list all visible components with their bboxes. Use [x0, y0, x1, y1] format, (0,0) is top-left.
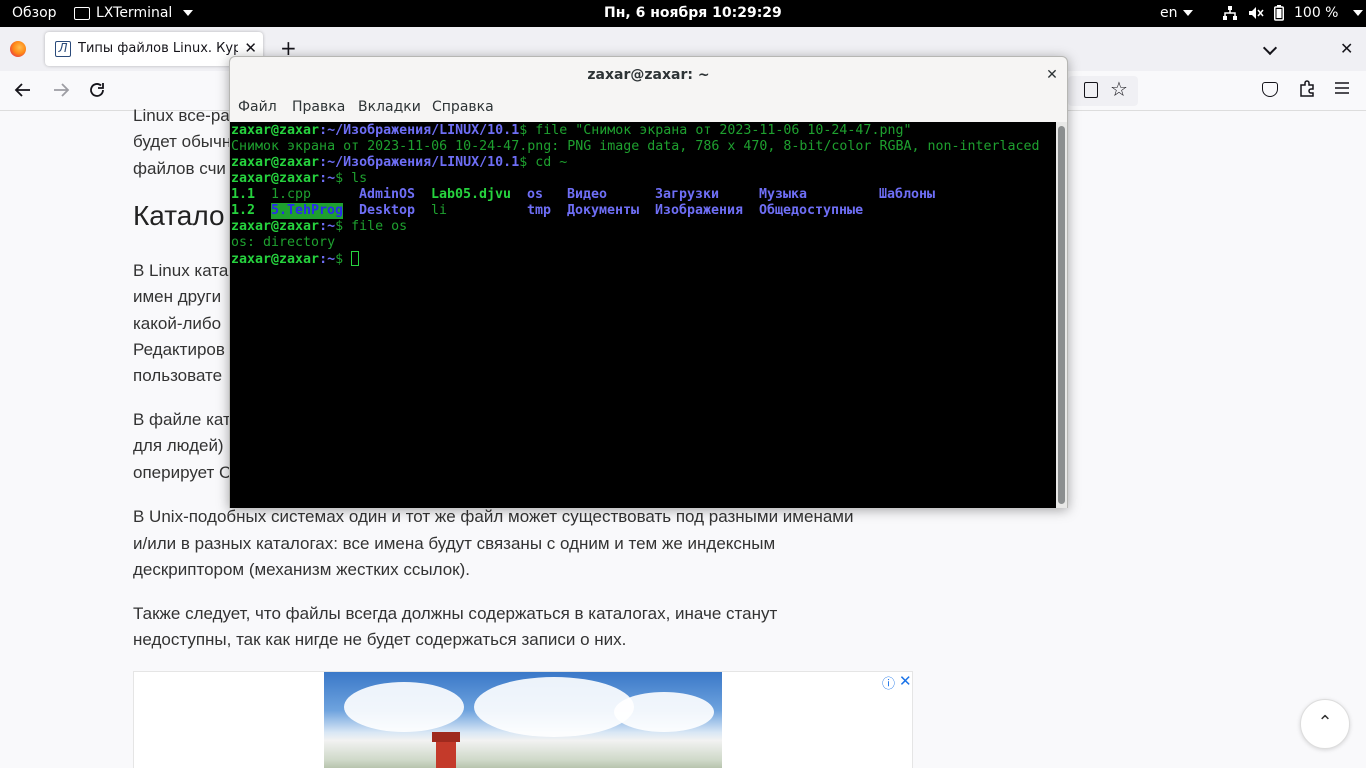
prompt-path: :~: [319, 252, 336, 267]
terminal-line: zaxar@zaxar:~$ file os: [231, 219, 407, 235]
terminal-menubar: Файл Правка Вкладки Справка: [230, 94, 1067, 121]
ls-entry-dir: Документы: [567, 203, 640, 218]
pocket-icon[interactable]: [1262, 82, 1278, 97]
activities-button[interactable]: Обзор: [12, 5, 57, 21]
terminal-line: zaxar@zaxar:~$: [231, 251, 360, 267]
system-status-menu[interactable]: 100 %: [1222, 5, 1364, 21]
reload-icon[interactable]: [88, 81, 106, 104]
scroll-to-top-button[interactable]: ⌃: [1300, 699, 1350, 749]
command-text: $ file os: [335, 219, 408, 234]
firefox-logo-icon: [10, 41, 26, 57]
ad-close-icon[interactable]: ✕: [899, 672, 912, 690]
paragraph-line: дескриптором (механизм жестких ссылок).: [133, 560, 470, 579]
close-window-button[interactable]: ✕: [1340, 39, 1353, 58]
ls-entry-dir: AdminOS: [359, 187, 416, 202]
tab-title: Типы файлов Linux. Курс: [78, 41, 238, 56]
menu-file[interactable]: Файл: [238, 99, 277, 115]
app-menu-button[interactable]: LXTerminal: [74, 5, 194, 21]
command-text: $ file "Снимок экрана от 2023-11-06 10-2…: [519, 123, 912, 138]
ls-entry-highlighted-dir: 5.TehProg: [271, 203, 344, 219]
prompt-user: zaxar@zaxar: [231, 219, 320, 234]
ls-entry-dir: Загрузки: [655, 187, 720, 202]
terminal-window[interactable]: zaxar@zaxar: ~ ✕ Файл Правка Вкладки Спр…: [229, 56, 1068, 508]
ad-image[interactable]: [324, 672, 722, 768]
tower-shape: [432, 732, 460, 768]
cloud-shape: [614, 692, 714, 732]
ls-entry-dir: 1.2: [231, 203, 256, 218]
clock[interactable]: Пн, 6 ноября 10:29:29: [604, 5, 782, 21]
menu-tabs[interactable]: Вкладки: [358, 99, 421, 115]
command-output: os: directory: [231, 235, 336, 250]
paragraph-line: и/или в разных каталогах: все имена буду…: [133, 534, 776, 553]
ls-entry-dir: Desktop: [359, 203, 416, 218]
back-arrow-icon[interactable]: [14, 81, 32, 104]
gnome-top-bar: Обзор LXTerminal Пн, 6 ноября 10:29:29 e…: [0, 0, 1366, 27]
ls-entry-file: li: [431, 203, 448, 218]
menu-edit[interactable]: Правка: [292, 99, 345, 115]
tab-close-icon[interactable]: ✕: [244, 39, 257, 57]
paragraph-line: недоступны, так как нигде не будет содер…: [133, 630, 627, 649]
ad-info-icon[interactable]: ⓘ: [882, 673, 895, 692]
app-name: LXTerminal: [96, 5, 173, 21]
command-output: Снимок экрана от 2023-11-06 10-24-47.png…: [231, 139, 1040, 154]
list-all-tabs-icon[interactable]: [1262, 40, 1278, 56]
reader-view-icon[interactable]: [1084, 82, 1098, 98]
ls-entry-dir: Видео: [567, 187, 608, 202]
ls-entry-dir: Общедоступные: [759, 203, 864, 218]
battery-percent: 100 %: [1294, 5, 1339, 21]
command-text: $ ls: [335, 171, 368, 186]
terminal-line: zaxar@zaxar:~$ ls: [231, 171, 367, 187]
ls-entry-file: 1.cpp: [271, 187, 312, 202]
section-heading: Катало: [133, 200, 225, 231]
paragraph-line: Также следует, что файлы всегда должны с…: [133, 604, 778, 623]
scrollbar-thumb[interactable]: [1058, 126, 1065, 504]
network-icon: [1223, 6, 1237, 20]
window-title: zaxar@zaxar: ~: [587, 67, 710, 83]
prompt-user: zaxar@zaxar: [231, 252, 320, 267]
ls-output-row: 1.1 1.cpp AdminOS Lab05.djvu os Видео За…: [231, 187, 1051, 203]
keyboard-layout-indicator[interactable]: en: [1160, 5, 1193, 21]
prompt-user: zaxar@zaxar: [231, 123, 320, 138]
command-text: $ cd ~: [519, 155, 568, 170]
keyboard-layout-label: en: [1160, 5, 1178, 21]
prompt-path: :~: [319, 219, 336, 234]
forward-arrow-icon[interactable]: [52, 81, 70, 104]
extensions-icon[interactable]: [1298, 79, 1316, 102]
chevron-down-icon: [1182, 10, 1193, 16]
volume-muted-icon: [1249, 7, 1264, 19]
terminal-icon: [74, 6, 90, 20]
ls-entry-dir: 1.1: [231, 187, 256, 202]
chevron-down-icon: [1353, 10, 1364, 16]
battery-icon: [1274, 5, 1284, 21]
prompt-path: :~: [319, 171, 336, 186]
terminal-line: zaxar@zaxar:~/Изображения/LINUX/10.1$ fi…: [231, 123, 911, 139]
close-icon[interactable]: ✕: [1042, 65, 1062, 85]
chevron-down-icon: [183, 10, 194, 16]
command-text: $: [335, 252, 352, 267]
ls-entry-dir: Музыка: [759, 187, 808, 202]
text-cursor: [351, 251, 360, 266]
terminal-scrollbar[interactable]: [1056, 122, 1067, 508]
prompt-user: zaxar@zaxar: [231, 171, 320, 186]
ls-entry-dir: tmp: [527, 203, 552, 218]
ls-output-row: 1.2 5.TehProg Desktop li tmp Документы И…: [231, 203, 1051, 219]
bookmark-star-icon[interactable]: ☆: [1110, 77, 1128, 101]
prompt-path: :~/Изображения/LINUX/10.1: [319, 155, 520, 170]
site-favicon-icon: Л: [55, 41, 71, 57]
terminal-screen[interactable]: zaxar@zaxar:~/Изображения/LINUX/10.1$ fi…: [230, 122, 1056, 508]
ls-entry-dir: os: [527, 187, 544, 202]
ad-banner[interactable]: ⓘ ✕: [133, 671, 913, 768]
prompt-path: :~/Изображения/LINUX/10.1: [319, 123, 520, 138]
ls-entry-dir: Изображения: [655, 203, 744, 218]
prompt-user: zaxar@zaxar: [231, 155, 320, 170]
hamburger-menu-icon[interactable]: [1334, 80, 1350, 101]
menu-help[interactable]: Справка: [432, 99, 494, 115]
terminal-line: zaxar@zaxar:~/Изображения/LINUX/10.1$ cd…: [231, 155, 567, 171]
ls-entry-file: Lab05.djvu: [431, 187, 512, 202]
cloud-shape: [344, 682, 464, 732]
ls-entry-dir: Шаблоны: [879, 187, 936, 202]
cloud-shape: [474, 677, 634, 737]
